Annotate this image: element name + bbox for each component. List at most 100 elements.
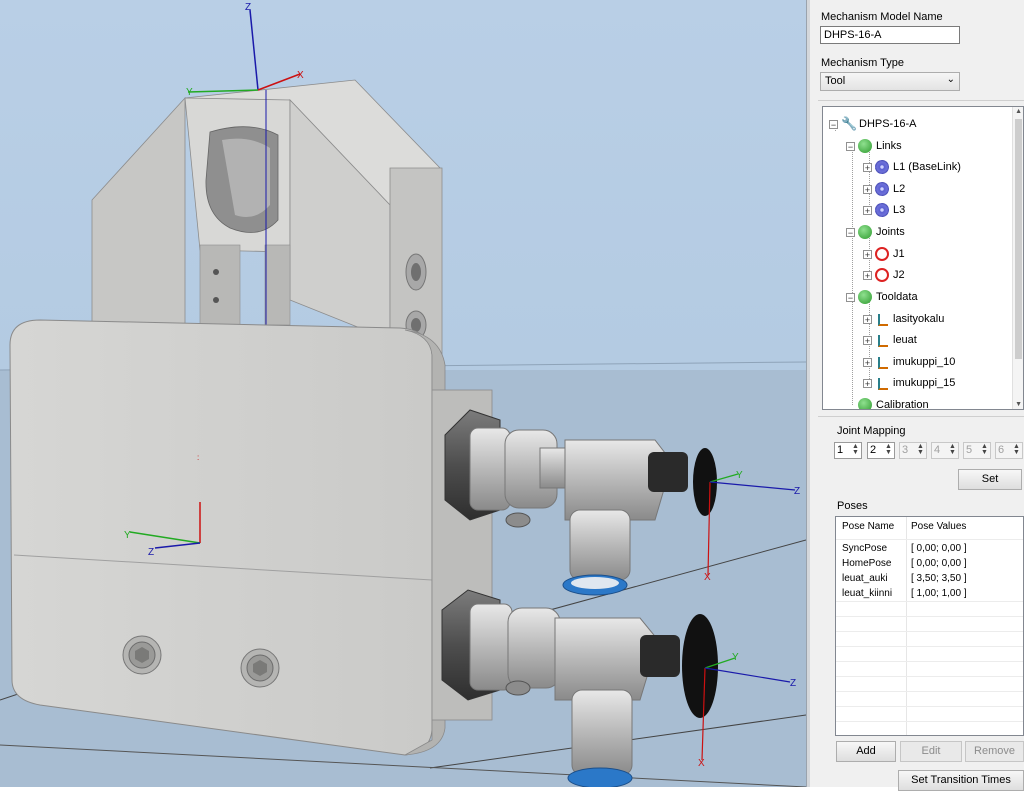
table-row[interactable]: HomePose [ 0,00; 0,00 ] xyxy=(836,556,1023,571)
spin-arrows-icon: ▲ ▼ xyxy=(1013,443,1020,456)
tool-frame-icon xyxy=(878,314,888,326)
joint-mapping-stepper: 4 ▲ ▼ xyxy=(931,442,959,459)
joint-mapping-value: 1 xyxy=(837,444,844,456)
axis-label-y: Y xyxy=(732,652,739,663)
svg-text::: : xyxy=(197,453,199,462)
joint-mapping-value: 3 xyxy=(902,444,909,456)
collapse-icon[interactable]: − xyxy=(846,293,855,303)
spin-arrows-icon[interactable]: ▲ ▼ xyxy=(851,443,860,457)
joint-icon xyxy=(875,268,889,282)
table-row[interactable]: leuat_kiinni [ 1,00; 1,00 ] xyxy=(836,586,1023,601)
tree-joints-label: Joints xyxy=(876,226,905,238)
mechanism-type-value: Tool xyxy=(825,75,846,87)
collapse-icon[interactable]: − xyxy=(846,142,855,152)
pose-name-cell: leuat_kiinni xyxy=(842,588,893,599)
model-name-label: Mechanism Model Name xyxy=(821,11,943,23)
gripper-body[interactable]: : xyxy=(9,319,493,756)
scroll-up-icon[interactable]: ▲ xyxy=(1015,108,1022,115)
pose-values-cell: [ 0,00; 0,00 ] xyxy=(911,543,967,554)
joint-mapping-value: 2 xyxy=(870,444,877,456)
table-row[interactable]: SyncPose [ 0,00; 0,00 ] xyxy=(836,541,1023,556)
tree-calibration-label: Calibration xyxy=(876,399,929,410)
tree-links-label: Links xyxy=(876,140,902,152)
pose-name-cell: HomePose xyxy=(842,558,892,569)
tooldata-label: imukuppi_10 xyxy=(893,356,956,368)
link-label: L2 xyxy=(893,183,906,195)
model-name-input[interactable]: DHPS-16-A xyxy=(820,26,960,44)
expand-icon[interactable]: + xyxy=(863,185,872,195)
edit-pose-button: Edit xyxy=(900,741,962,762)
tool-frame-icon xyxy=(878,335,888,347)
pose-name-cell: leuat_auki xyxy=(842,573,888,584)
check-circle-icon xyxy=(858,225,872,239)
joint-mapping-stepper: 5 ▲ ▼ xyxy=(963,442,991,459)
expand-icon[interactable]: + xyxy=(863,206,872,216)
expand-icon[interactable]: + xyxy=(863,163,872,173)
joint-mapping-value: 5 xyxy=(966,444,973,456)
joint-mapping-stepper: 6 ▲ ▼ xyxy=(995,442,1023,459)
expand-icon[interactable]: + xyxy=(863,271,872,281)
mechanism-panel: Mechanism Model Name DHPS-16-A Mechanism… xyxy=(810,0,1024,791)
joint-mapping-stepper: 3 ▲ ▼ xyxy=(899,442,927,459)
mechanism-type-select[interactable]: Tool ⌄ xyxy=(820,72,960,91)
axis-label-x: X xyxy=(297,70,304,81)
joint-mapping-value: 6 xyxy=(998,444,1005,456)
poses-label: Poses xyxy=(837,500,868,512)
pose-name-cell: SyncPose xyxy=(842,543,888,554)
gear-icon xyxy=(875,160,889,174)
expand-icon[interactable]: + xyxy=(863,379,872,389)
axis-label-z: Z xyxy=(794,486,800,497)
joint-mapping-stepper[interactable]: 1 ▲ ▼ xyxy=(834,442,862,459)
column-header-pose-values[interactable]: Pose Values xyxy=(911,521,966,532)
add-pose-button[interactable]: Add xyxy=(836,741,896,762)
pose-values-cell: [ 1,00; 1,00 ] xyxy=(911,588,967,599)
3d-viewport[interactable]: Z X Y : Y Z X Y Z X Y Z xyxy=(0,0,806,787)
check-circle-icon xyxy=(858,398,872,409)
wrench-icon: 🔧 xyxy=(841,116,858,131)
joint-mapping-stepper[interactable]: 2 ▲ ▼ xyxy=(867,442,895,459)
3d-scene[interactable]: Z X Y : Y Z X Y Z X Y Z xyxy=(0,0,806,787)
joint-label: J1 xyxy=(893,248,905,260)
link-label: L3 xyxy=(893,204,906,216)
pose-values-cell: [ 3,50; 3,50 ] xyxy=(911,573,967,584)
socket-screw xyxy=(122,635,162,675)
spin-arrows-icon: ▲ ▼ xyxy=(981,443,988,456)
collapse-icon[interactable]: − xyxy=(846,228,855,238)
set-transition-times-button[interactable]: Set Transition Times xyxy=(898,770,1024,791)
axis-label-y: Y xyxy=(124,530,131,541)
axis-label-z: Z xyxy=(148,547,154,558)
scroll-thumb[interactable] xyxy=(1015,119,1022,359)
scroll-down-icon[interactable]: ▼ xyxy=(1015,401,1022,408)
gear-icon xyxy=(875,182,889,196)
tree-tooldata-label: Tooldata xyxy=(876,291,918,303)
joint-icon xyxy=(875,247,889,261)
set-joint-mapping-button[interactable]: Set xyxy=(958,469,1022,490)
remove-pose-button: Remove xyxy=(965,741,1024,762)
joint-label: J2 xyxy=(893,269,905,281)
joint-mapping-value: 4 xyxy=(934,444,941,456)
expand-icon[interactable]: + xyxy=(863,315,872,325)
axis-label-z: Z xyxy=(790,678,796,689)
tree-scrollbar[interactable]: ▲ ▼ xyxy=(1012,107,1023,409)
mechanism-tree[interactable]: − 🔧 DHPS-16-A − Links + L1 (BaseLink) + … xyxy=(822,106,1024,410)
expand-icon[interactable]: + xyxy=(863,336,872,346)
collapse-icon[interactable]: − xyxy=(829,120,838,130)
check-circle-icon xyxy=(858,290,872,304)
tooldata-label: lasityokalu xyxy=(893,313,945,325)
pose-values-cell: [ 0,00; 0,00 ] xyxy=(911,558,967,569)
axis-label-y: Y xyxy=(736,470,743,481)
expand-icon[interactable]: + xyxy=(863,358,872,368)
link-label: L1 (BaseLink) xyxy=(893,161,961,173)
axis-label-y: Y xyxy=(186,87,193,98)
poses-table[interactable]: Pose Name Pose Values SyncPose [ 0,00; 0… xyxy=(835,516,1024,736)
tree-root-label: DHPS-16-A xyxy=(859,118,917,130)
axis-label-x: X xyxy=(704,572,711,583)
tool-frame-icon xyxy=(878,357,888,369)
table-row[interactable]: leuat_auki [ 3,50; 3,50 ] xyxy=(836,571,1023,586)
tooldata-label: imukuppi_15 xyxy=(893,377,956,389)
column-header-pose-name[interactable]: Pose Name xyxy=(842,521,894,532)
check-circle-icon xyxy=(858,139,872,153)
tooldata-label: leuat xyxy=(893,334,917,346)
expand-icon[interactable]: + xyxy=(863,250,872,260)
spin-arrows-icon[interactable]: ▲ ▼ xyxy=(884,443,893,457)
